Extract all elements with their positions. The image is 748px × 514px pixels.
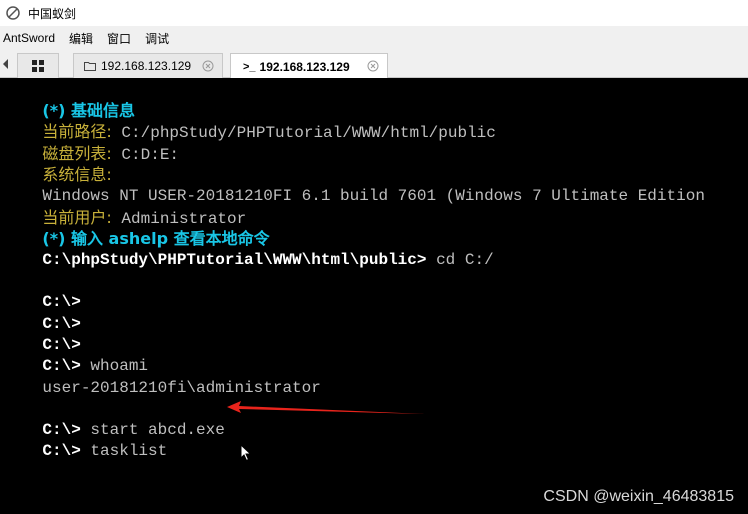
menu-debug[interactable]: 调试: [144, 30, 170, 47]
red-arrow-annotation: [227, 401, 425, 414]
terminal[interactable]: (*) 基础信息 当前路径: C:/phpStudy/PHPTutorial/W…: [0, 78, 748, 514]
terminal-line: Windows NT USER-20181210FI 6.1 build 760…: [42, 187, 705, 205]
close-icon[interactable]: [202, 60, 214, 72]
tab-home[interactable]: [17, 53, 59, 78]
terminal-line: (*) 基础信息: [42, 101, 135, 120]
menu-bar: AntSword 编辑 窗口 调试: [0, 26, 748, 50]
close-icon[interactable]: [367, 60, 379, 72]
tab-terminal[interactable]: >_ 192.168.123.129: [230, 53, 388, 79]
grid-icon: [32, 60, 44, 72]
antsword-logo-icon: [6, 6, 20, 20]
terminal-line: C:\phpStudy\PHPTutorial\WWW\html\public>…: [42, 251, 494, 269]
menu-window[interactable]: 窗口: [106, 30, 132, 47]
terminal-line: 当前用户: Administrator: [42, 208, 247, 228]
window-title: 中国蚁剑: [28, 6, 77, 21]
menu-antsword[interactable]: AntSword: [2, 31, 56, 45]
tab-scroll-left-icon[interactable]: [3, 59, 8, 69]
tab-label: 192.168.123.129: [259, 59, 350, 74]
terminal-line: C:\>: [42, 315, 81, 333]
terminal-line: 系统信息:: [42, 165, 112, 184]
terminal-line: C:\> whoami: [42, 357, 149, 375]
terminal-line: C:\>: [42, 293, 81, 311]
folder-icon: [84, 62, 96, 71]
tab-bar: 192.168.123.129 >_ 192.168.123.129: [0, 50, 748, 79]
watermark: CSDN @weixin_46483815: [543, 488, 734, 505]
tab-label: 192.168.123.129: [101, 59, 192, 73]
title-bar: 中国蚁剑: [0, 0, 748, 26]
mouse-cursor-icon: [240, 444, 252, 462]
terminal-line: 当前路径: C:/phpStudy/PHPTutorial/WWW/html/p…: [42, 122, 496, 142]
tab-file-manager[interactable]: 192.168.123.129: [73, 53, 223, 78]
terminal-line: C:\> start abcd.exe: [42, 421, 225, 439]
terminal-line: (*) 输入 ashelp 查看本地命令: [42, 229, 270, 248]
terminal-line: C:\> tasklist: [42, 442, 168, 460]
menu-edit[interactable]: 编辑: [68, 30, 94, 47]
terminal-line: user-20181210fi\administrator: [42, 379, 321, 397]
terminal-line: 磁盘列表: C:D:E:: [42, 144, 180, 164]
terminal-line: C:\>: [42, 336, 81, 354]
terminal-icon: >_: [243, 60, 256, 73]
